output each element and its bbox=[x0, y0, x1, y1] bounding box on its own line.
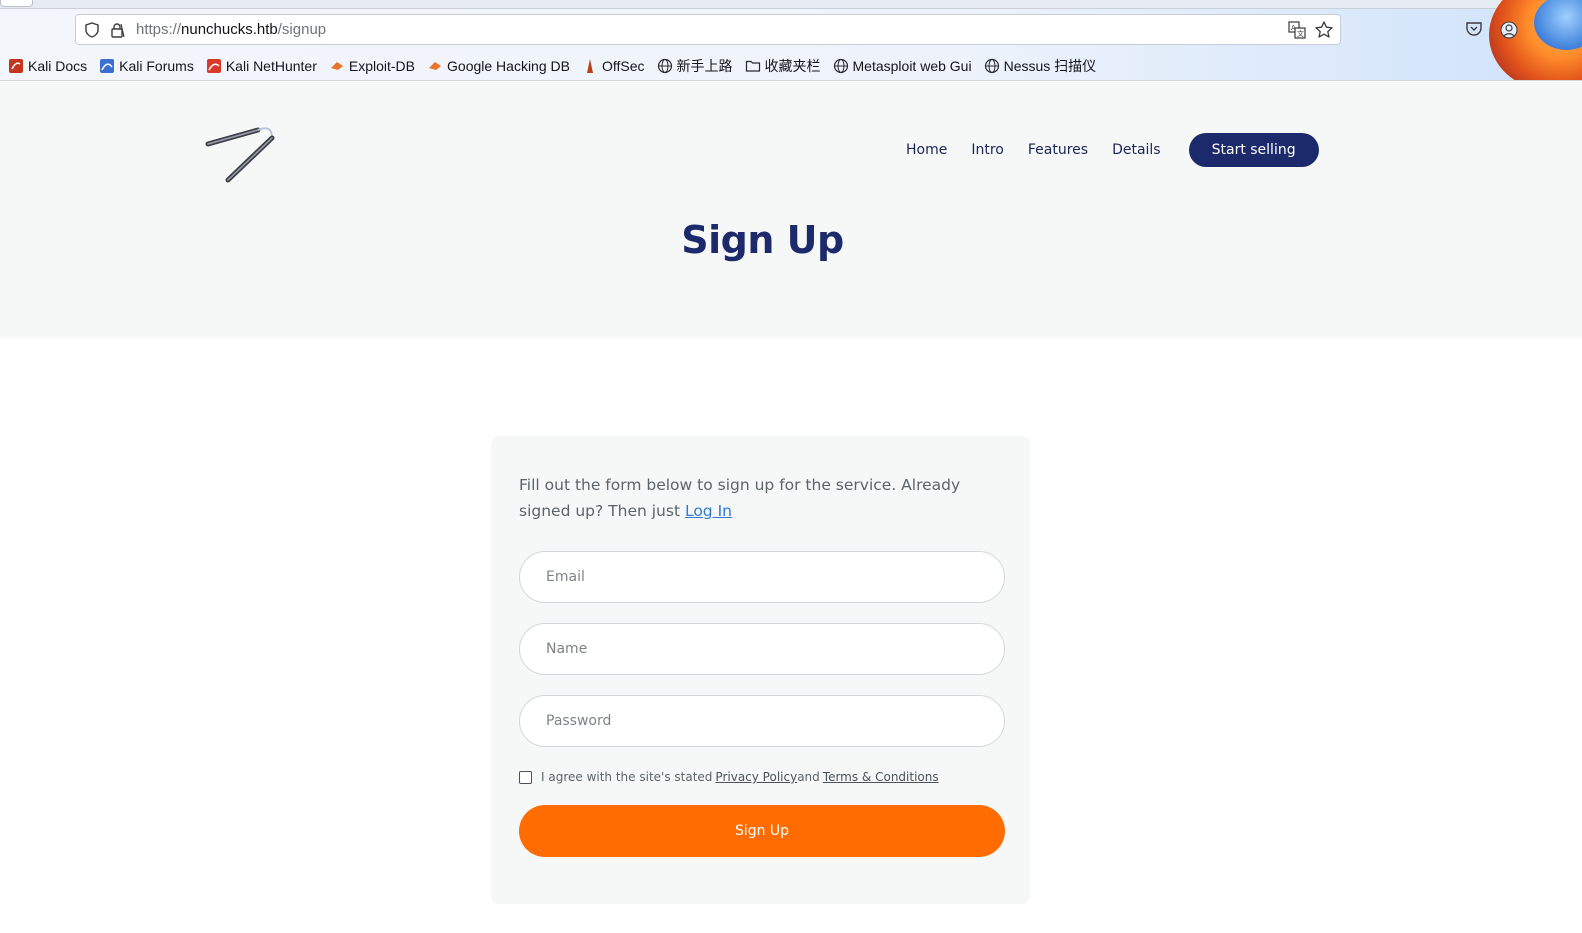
tab-strip bbox=[0, 0, 1582, 9]
account-icon[interactable] bbox=[1500, 21, 1518, 39]
bookmark-label: Google Hacking DB bbox=[447, 58, 570, 74]
bookmark-kali-forums[interactable]: Kali Forums bbox=[99, 58, 194, 74]
bookmark-google-hacking-db[interactable]: Google Hacking DB bbox=[427, 58, 570, 74]
svg-text:文: 文 bbox=[1297, 29, 1304, 38]
nunchucks-logo-icon[interactable] bbox=[200, 122, 285, 187]
bookmarks-toolbar: Kali Docs Kali Forums Kali NetHunter Exp… bbox=[8, 55, 1108, 77]
and-text: and bbox=[797, 770, 820, 784]
sign-up-button[interactable]: Sign Up bbox=[519, 805, 1005, 857]
terms-agreement: I agree with the site's stated Privacy P… bbox=[519, 770, 939, 784]
bookmark-label: 收藏夹栏 bbox=[764, 58, 821, 74]
translate-icon[interactable]: A文 bbox=[1288, 21, 1306, 39]
login-link[interactable]: Log In bbox=[685, 502, 732, 520]
globe-icon bbox=[657, 58, 672, 74]
nav-features[interactable]: Features bbox=[1028, 142, 1088, 158]
ghdb-icon bbox=[429, 62, 442, 70]
bookmark-exploit-db[interactable]: Exploit-DB bbox=[329, 58, 415, 74]
nav-home[interactable]: Home bbox=[906, 142, 947, 158]
browser-chrome: https://nunchucks.htb/signup A文 Kali Doc… bbox=[0, 0, 1582, 81]
password-field[interactable] bbox=[519, 695, 1005, 747]
bookmark-kali-docs[interactable]: Kali Docs bbox=[8, 58, 87, 74]
exploit-db-icon bbox=[330, 62, 343, 70]
firefox-logo-icon bbox=[1489, 0, 1582, 80]
bookmark-offsec[interactable]: OffSec bbox=[582, 58, 645, 74]
agree-text: I agree with the site's stated bbox=[541, 770, 713, 784]
form-intro-text: Fill out the form below to sign up for t… bbox=[519, 476, 961, 520]
address-bar[interactable]: https://nunchucks.htb/signup A文 bbox=[75, 14, 1341, 45]
signup-form-card: Fill out the form below to sign up for t… bbox=[491, 436, 1030, 904]
bookmark-label: Kali Forums bbox=[119, 58, 194, 74]
svg-text:A: A bbox=[1291, 24, 1296, 32]
bookmark-kali-nethunter[interactable]: Kali NetHunter bbox=[206, 58, 317, 74]
nav-intro[interactable]: Intro bbox=[971, 142, 1004, 158]
bookmark-metasploit[interactable]: Metasploit web Gui bbox=[833, 58, 972, 74]
bookmark-nessus[interactable]: Nessus 扫描仪 bbox=[984, 56, 1097, 76]
url-path: /signup bbox=[277, 21, 327, 38]
bookmark-label: 新手上路 bbox=[676, 58, 733, 74]
kali-forums-icon bbox=[100, 59, 115, 73]
email-field[interactable] bbox=[519, 551, 1005, 603]
name-field[interactable] bbox=[519, 623, 1005, 675]
nav-details[interactable]: Details bbox=[1112, 142, 1161, 158]
pocket-icon[interactable] bbox=[1465, 20, 1483, 38]
bookmark-label: Nessus 扫描仪 bbox=[1003, 58, 1097, 74]
bookmark-label: Exploit-DB bbox=[348, 58, 416, 74]
browser-tab[interactable] bbox=[0, 0, 33, 7]
privacy-policy-link[interactable]: Privacy Policy bbox=[715, 770, 797, 784]
lock-icon[interactable] bbox=[109, 22, 125, 38]
kali-nethunter-icon bbox=[206, 59, 221, 73]
tracking-protection-icon[interactable] bbox=[84, 22, 100, 38]
terms-conditions-link[interactable]: Terms & Conditions bbox=[823, 770, 939, 784]
offsec-icon bbox=[586, 59, 593, 73]
bookmark-label: Kali NetHunter bbox=[225, 58, 317, 74]
bookmark-getting-started[interactable]: 新手上路 bbox=[657, 56, 733, 76]
bookmark-label: Metasploit web Gui bbox=[852, 58, 972, 74]
bookmark-folder[interactable]: 收藏夹栏 bbox=[745, 56, 821, 76]
main-nav: Home Intro Features Details Start sellin… bbox=[906, 133, 1319, 167]
bookmark-label: OffSec bbox=[601, 58, 645, 74]
form-intro: Fill out the form below to sign up for t… bbox=[519, 472, 1009, 524]
globe-icon bbox=[833, 58, 848, 74]
terms-checkbox[interactable] bbox=[519, 770, 532, 784]
start-selling-button[interactable]: Start selling bbox=[1188, 133, 1319, 167]
globe-icon bbox=[984, 58, 999, 74]
bookmark-star-icon[interactable] bbox=[1314, 20, 1334, 40]
folder-icon bbox=[745, 60, 760, 72]
bookmark-label: Kali Docs bbox=[28, 58, 88, 74]
url-host: nunchucks.htb bbox=[181, 21, 278, 38]
page-title: Sign Up bbox=[681, 218, 844, 262]
url-text[interactable]: https://nunchucks.htb/signup bbox=[136, 21, 326, 38]
page-header: Home Intro Features Details Start sellin… bbox=[0, 82, 1582, 338]
kali-docs-icon bbox=[9, 59, 23, 73]
url-scheme: https:// bbox=[136, 21, 182, 38]
